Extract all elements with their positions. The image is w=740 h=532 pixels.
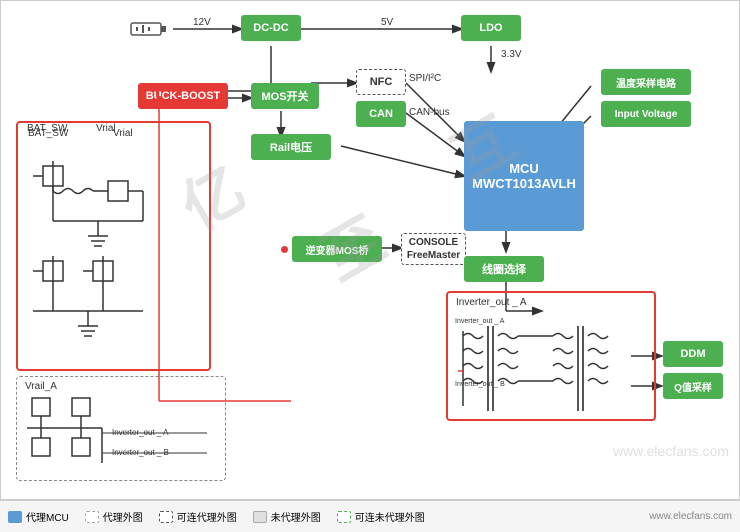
- legend-item-3: 可连代理外图: [159, 509, 237, 524]
- buck-boost-block: BUCK-BOOST: [138, 83, 228, 109]
- vrail-box: Vrail_A Inverter_out _ A Inverter_out _ …: [16, 376, 226, 481]
- label-can-bus: CAN-bus: [409, 107, 450, 118]
- ldo-block: LDO: [461, 15, 521, 41]
- inverter-mos-area: 逆变器MOS桥: [281, 236, 382, 262]
- legend-label-3: 可连代理外图: [177, 509, 237, 524]
- label-5v: 5V: [381, 17, 393, 28]
- legend-item-5: 可连未代理外图: [337, 509, 425, 524]
- red-dot-2: [281, 246, 288, 253]
- label-spi: SPI/I²C: [409, 73, 441, 84]
- nfc-block: NFC: [356, 69, 406, 95]
- legend-box-connectable: [159, 511, 173, 523]
- legend-box-unproxy: [253, 511, 267, 523]
- q-sample-block: Q值采样: [663, 373, 723, 399]
- diagram-container: 亿 至 互 www.elecfans.com: [0, 0, 740, 500]
- red-dot-1: [156, 96, 163, 103]
- svg-text:Inverter_out _ A: Inverter_out _ A: [455, 318, 505, 325]
- label-12v: 12V: [193, 17, 211, 28]
- legend-item-2: 代理外图: [85, 509, 143, 524]
- bat-sw-top-label: BAT_SW: [27, 123, 67, 134]
- input-voltage-block: Input Voltage: [601, 101, 691, 127]
- left-circuit-svg: [23, 141, 213, 366]
- inverter-out-box: Inverter_out _ A: [446, 291, 656, 421]
- legend-box-connectable2: [337, 511, 351, 523]
- svg-text:Inverter_out _ B: Inverter_out _ B: [455, 381, 505, 388]
- legend: 代理MCU 代理外图 可连代理外图 未代理外图 可连未代理外图 www.elec…: [0, 500, 740, 532]
- legend-item-1: 代理MCU: [8, 509, 69, 524]
- battery-icon: [129, 17, 169, 41]
- mos-switch-block: MOS开关: [251, 83, 319, 109]
- legend-label-2: 代理外图: [103, 509, 143, 524]
- mcu-block: MCU MWCT1013AVLH: [464, 121, 584, 231]
- temp-circuit-block: 温度采样电路: [601, 69, 691, 95]
- legend-box-mcu: [8, 511, 22, 523]
- console-label: CONSOLE FreeMaster: [407, 236, 460, 262]
- inverter-out-a-label2: Inverter_out _ A: [456, 297, 527, 308]
- left-circuit-box: BAT_SW Vrial: [16, 121, 211, 371]
- console-block: CONSOLE FreeMaster: [401, 233, 466, 265]
- can-block: CAN: [356, 101, 406, 127]
- vrail-a-label: Vrail_A: [25, 381, 57, 392]
- coil-select-block: 线圈选择: [464, 256, 544, 282]
- legend-label-5: 可连未代理外图: [355, 509, 425, 524]
- legend-box-proxy: [85, 511, 99, 523]
- legend-item-4: 未代理外图: [253, 509, 321, 524]
- website-footer: www.elecfans.com: [649, 511, 732, 522]
- website-watermark: www.elecfans.com: [613, 443, 729, 459]
- vrail-circuit-svg: Inverter_out _ A Inverter_out _ B: [22, 393, 222, 483]
- inverter-out-svg: Inverter_out _ A Inverter_out _ B: [453, 311, 658, 431]
- rail-voltage-block: Rail电压: [251, 134, 331, 160]
- label-3v3: 3.3V: [501, 49, 522, 60]
- mcu-label: MCU MWCT1013AVLH: [472, 161, 576, 191]
- ddm-block: DDM: [663, 341, 723, 367]
- dc-dc-block: DC-DC: [241, 15, 301, 41]
- legend-label-4: 未代理外图: [271, 509, 321, 524]
- vrial-top-label: Vrial: [96, 123, 116, 134]
- vrial-label: Vrial: [113, 128, 133, 139]
- inverter-mos-block: 逆变器MOS桥: [292, 236, 382, 262]
- legend-label-1: 代理MCU: [26, 509, 69, 524]
